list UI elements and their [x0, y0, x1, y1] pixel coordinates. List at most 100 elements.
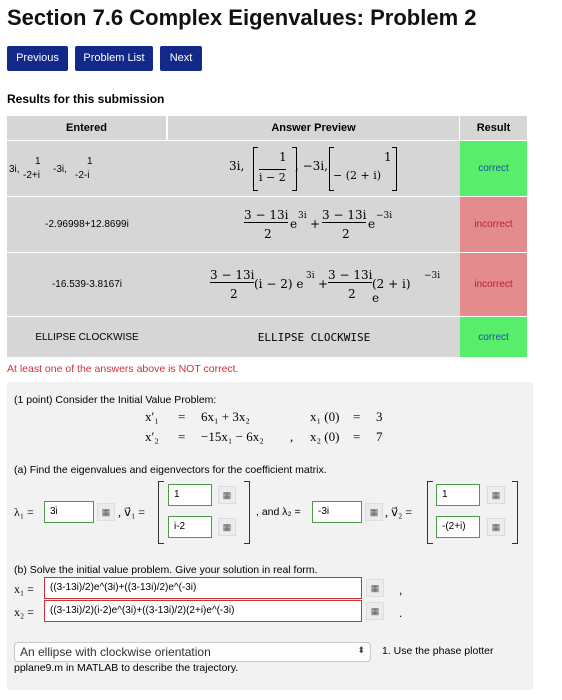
eq1-rhs: 6x₁ + 3x₂: [201, 409, 250, 424]
and-lambda2-label: , and λ₂ =: [256, 506, 301, 518]
eq1-ic-equals: =: [353, 409, 361, 424]
matrix-icon[interactable]: ▦: [218, 486, 236, 504]
select-note-continued: pplane9.m in MATLAB to describe the traj…: [14, 662, 239, 674]
problem-list-button[interactable]: Problem List: [75, 46, 153, 71]
eq2-ic-value: 7: [376, 429, 383, 444]
entered-cell: 3i, 1 -2+i -3i, 1 -2-i: [7, 141, 167, 196]
entered-cell: ELLIPSE CLOCKWISE: [35, 331, 139, 343]
eq1-ic: x₁ (0): [310, 409, 340, 424]
entered-text: -3i,: [53, 163, 67, 175]
preview-text: 2: [342, 226, 350, 241]
results-table: Entered Answer Preview Result 3i, 1 -2+i…: [7, 116, 527, 357]
eq1-ic-value: 3: [376, 409, 383, 424]
eq2-ic: x₂ (0): [310, 429, 340, 444]
table-row: -2.96998+12.8699i 3 − 13i 2 e 3i + 3 − 1…: [7, 197, 527, 252]
results-heading: Results for this submission: [7, 92, 165, 106]
result-correct: correct: [460, 141, 527, 196]
lambda2-input[interactable]: -3i: [312, 501, 362, 523]
preview-cell: 3 − 13i 2 e 3i + 3 − 13i 2 e −3i: [168, 197, 460, 252]
next-button[interactable]: Next: [160, 46, 202, 71]
col-header-result: Result: [460, 116, 527, 140]
matrix-icon[interactable]: ▦: [366, 602, 384, 620]
preview-cell: 3i, 1 i − 2 , −3i, 1 − (2 + i): [168, 141, 460, 196]
previous-button[interactable]: Previous: [7, 46, 68, 71]
preview-text: −3i: [424, 270, 441, 281]
page-title: Section 7.6 Complex Eigenvalues: Problem…: [7, 5, 477, 30]
table-row: ELLIPSE CLOCKWISE ELLIPSE CLOCKWISE corr…: [7, 317, 527, 357]
problem-intro: (1 point) Consider the Initial Value Pro…: [14, 394, 217, 406]
matrix-icon[interactable]: ▦: [218, 518, 236, 536]
v1-top-input[interactable]: 1: [168, 484, 212, 506]
preview-text: 3i: [306, 270, 315, 281]
right-bracket: [244, 481, 250, 544]
eq1-equals: =: [178, 409, 186, 424]
table-row: -16.539-3.8167i 3 − 13i 2 (i − 2) e 3i +…: [7, 253, 527, 316]
select-note: 1. Use the phase plotter: [382, 645, 494, 657]
x2-period: .: [399, 606, 403, 620]
preview-text: 3 − 13i: [244, 207, 289, 223]
matrix-icon[interactable]: ▦: [366, 579, 384, 597]
table-row: 3i, 1 -2+i -3i, 1 -2-i 3i, 1 i − 2 , −3i…: [7, 141, 527, 196]
eq2-lhs: x′₂: [145, 429, 159, 444]
v1-label: , v⃗₁ =: [118, 505, 146, 519]
preview-text: − (2 + i): [333, 168, 382, 182]
preview-text: 3 − 13i: [322, 207, 367, 223]
preview-text: 3 − 13i: [328, 267, 373, 283]
trajectory-select[interactable]: An ellipse with clockwise orientation ⬍: [14, 642, 371, 662]
matrix-icon[interactable]: ▦: [365, 503, 383, 521]
matrix-icon[interactable]: ▦: [487, 486, 505, 504]
part-a-text: (a) Find the eigenvalues and eigenvector…: [14, 464, 327, 476]
entered-text: 1: [35, 155, 41, 167]
preview-text: e: [290, 216, 298, 231]
preview-text: 3 − 13i: [210, 267, 255, 283]
matrix-icon[interactable]: ▦: [97, 503, 115, 521]
v2-label: , v⃗₂ =: [385, 505, 413, 519]
v1-bottom-input[interactable]: i-2: [168, 516, 212, 538]
lambda1-label: λ₁ =: [14, 505, 34, 519]
col-header-preview: Answer Preview: [168, 116, 460, 140]
eq2-ic-equals: =: [353, 429, 361, 444]
eq2-equals: =: [178, 429, 186, 444]
eq1-lhs: x′₁: [145, 409, 159, 424]
preview-text: 2: [264, 226, 272, 241]
v2-bottom-input[interactable]: -(2+i): [436, 516, 480, 538]
entered-text: 1: [87, 155, 93, 167]
preview-text: +: [310, 216, 321, 231]
entered-text: -2-i: [75, 169, 90, 181]
preview-text: (2 + i) e: [372, 276, 411, 305]
preview-text: +: [318, 276, 329, 291]
entered-cell: -2.96998+12.8699i: [45, 219, 129, 230]
preview-text: −3i: [376, 210, 393, 221]
preview-text: (i − 2) e: [254, 276, 304, 291]
trajectory-select-value: An ellipse with clockwise orientation: [20, 645, 211, 659]
v2-top-input[interactable]: 1: [436, 484, 480, 506]
preview-text: 3i,: [229, 158, 245, 173]
preview-text: 3i: [298, 210, 307, 221]
x2-input[interactable]: ((3-13i)/2)(i-2)e^(3i)+((3-13i)/2)(2+i)e…: [44, 600, 362, 622]
preview-text: , −3i,: [295, 158, 328, 173]
left-bracket: [253, 146, 258, 191]
preview-cell: ELLIPSE CLOCKWISE: [257, 330, 371, 344]
left-bracket: [427, 481, 433, 544]
x1-comma: ,: [399, 583, 403, 597]
preview-text: 1: [279, 149, 287, 164]
preview-text: i − 2: [259, 168, 286, 184]
eq2-comma: ,: [290, 429, 294, 444]
result-correct: correct: [460, 317, 527, 357]
x1-input[interactable]: ((3-13i)/2)e^(3i)+((3-13i)/2)e^(-3i): [44, 577, 362, 599]
entered-text: -2+i: [23, 169, 40, 181]
part-b-text: (b) Solve the initial value problem. Giv…: [14, 564, 318, 576]
lambda1-input[interactable]: 3i: [44, 501, 94, 523]
right-bracket: [392, 146, 397, 191]
preview-text: 2: [348, 286, 356, 301]
preview-text: 2: [230, 286, 238, 301]
preview-text: e: [368, 216, 376, 231]
entered-cell: -16.539-3.8167i: [51, 279, 123, 290]
entered-text: 3i,: [9, 163, 20, 175]
preview-cell: 3 − 13i 2 (i − 2) e 3i + 3 − 13i 2 (2 + …: [168, 253, 460, 316]
result-incorrect: incorrect: [460, 253, 527, 316]
matrix-icon[interactable]: ▦: [487, 518, 505, 536]
eq2-rhs: −15x₁ − 6x₂: [201, 429, 264, 444]
warning-message: At least one of the answers above is NOT…: [7, 363, 239, 375]
chevron-updown-icon: ⬍: [357, 645, 365, 655]
